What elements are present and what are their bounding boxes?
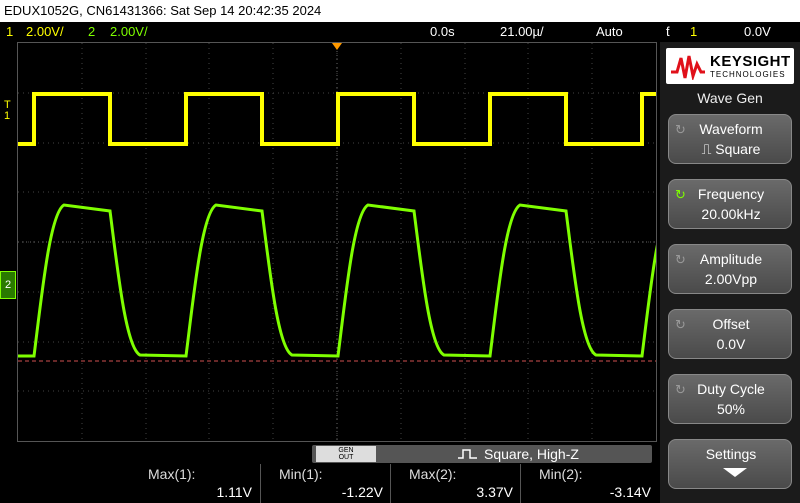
trigger-level[interactable]: 0.0V xyxy=(744,22,771,41)
submenu-arrow-icon xyxy=(723,468,747,477)
duty-cycle-softkey[interactable]: ↻ Duty Cycle 50% xyxy=(668,374,792,424)
menu-title: Wave Gen xyxy=(697,90,763,106)
ch1-trace xyxy=(18,92,656,146)
time-scale[interactable]: 21.00µ/ xyxy=(500,22,544,41)
measurement-name: Max(1): xyxy=(148,466,196,482)
waveform-softkey[interactable]: ↻ Waveform ⎍ Square xyxy=(668,114,792,164)
softkey-panel: KEYSIGHT TECHNOLOGIES Wave Gen ↻ Wavefor… xyxy=(660,42,800,503)
softkey-label: Duty Cycle xyxy=(697,381,765,397)
ch1-marker[interactable]: T 1 xyxy=(4,100,17,128)
ch2-number[interactable]: 2 xyxy=(88,22,95,41)
measurement-max2[interactable]: Max(2): 3.37V xyxy=(390,464,521,503)
bottom-bar: GEN OUT Square, High-Z Max(1): 1.11V Min… xyxy=(0,442,660,503)
ch2-marker-label: 2 xyxy=(4,279,12,291)
ch1-scale[interactable]: 2.00V/ xyxy=(26,22,64,41)
ch1-number[interactable]: 1 xyxy=(6,22,13,41)
measurement-value: -1.22V xyxy=(341,484,383,500)
measurement-min2[interactable]: Min(2): -3.14V xyxy=(520,464,659,503)
ch1-marker-label: 1 xyxy=(4,110,11,122)
channel-bar: 1 2.00V/ 2 2.00V/ 0.0s 21.00µ/ Auto xyxy=(0,22,660,41)
measurement-value: 1.11V xyxy=(216,484,252,500)
measurement-name: Max(2): xyxy=(409,466,457,482)
graticule xyxy=(18,43,656,441)
softkey-label: Settings xyxy=(705,446,757,462)
ch2-marker[interactable]: 2 xyxy=(0,271,16,299)
trigger-position-marker xyxy=(332,43,342,50)
waveform-display[interactable] xyxy=(17,42,657,442)
gen-out-label-1: GEN xyxy=(338,447,354,454)
brand-name: KEYSIGHT xyxy=(710,53,791,70)
softkey-value: 0.0V xyxy=(716,336,746,352)
wavegen-status-bar: GEN OUT Square, High-Z xyxy=(312,445,652,463)
softkey-label: Waveform xyxy=(699,121,763,137)
title-bar: EDUX1052G, CN61431366: Sat Sep 14 20:42:… xyxy=(0,0,800,22)
softkey-label: Amplitude xyxy=(699,251,763,267)
settings-softkey[interactable]: Settings xyxy=(668,439,792,489)
trigger-channel[interactable]: 1 xyxy=(690,22,697,41)
trigger-edge-icon: ƭ xyxy=(666,24,670,39)
softkey-value: 2.00Vpp xyxy=(704,271,758,287)
measurement-max1[interactable]: Max(1): 1.11V xyxy=(130,464,260,503)
measurement-value: -3.14V xyxy=(609,484,651,500)
keysight-wave-icon xyxy=(671,55,705,80)
gen-out-indicator[interactable]: GEN OUT xyxy=(316,446,376,462)
softkey-value: ⎍ Square xyxy=(701,141,761,157)
wavegen-status: Square, High-Z xyxy=(484,446,579,462)
square-wave-icon xyxy=(458,449,477,459)
softkey-label: Offset xyxy=(712,316,750,332)
brand-subtitle: TECHNOLOGIES xyxy=(710,70,786,79)
measurement-name: Min(2): xyxy=(539,466,583,482)
trigger-bar: ƭ 1 0.0V xyxy=(658,22,800,41)
softkey-value: 50% xyxy=(716,401,746,417)
frequency-softkey[interactable]: ↻ Frequency 20.00kHz xyxy=(668,179,792,229)
gen-out-label-2: OUT xyxy=(338,454,354,461)
softkey-label: Frequency xyxy=(697,186,765,202)
ch2-scale[interactable]: 2.00V/ xyxy=(110,22,148,41)
amplitude-softkey[interactable]: ↻ Amplitude 2.00Vpp xyxy=(668,244,792,294)
softkey-value: 20.00kHz xyxy=(701,206,761,222)
measurement-name: Min(1): xyxy=(279,466,323,482)
measurement-value: 3.37V xyxy=(476,484,513,500)
instrument-title: EDUX1052G, CN61431366: Sat Sep 14 20:42:… xyxy=(4,3,322,18)
trigger-mode[interactable]: Auto xyxy=(596,22,623,41)
keysight-logo: KEYSIGHT TECHNOLOGIES xyxy=(666,48,794,84)
time-offset[interactable]: 0.0s xyxy=(430,22,455,41)
offset-softkey[interactable]: ↻ Offset 0.0V xyxy=(668,309,792,359)
measurement-min1[interactable]: Min(1): -1.22V xyxy=(260,464,391,503)
